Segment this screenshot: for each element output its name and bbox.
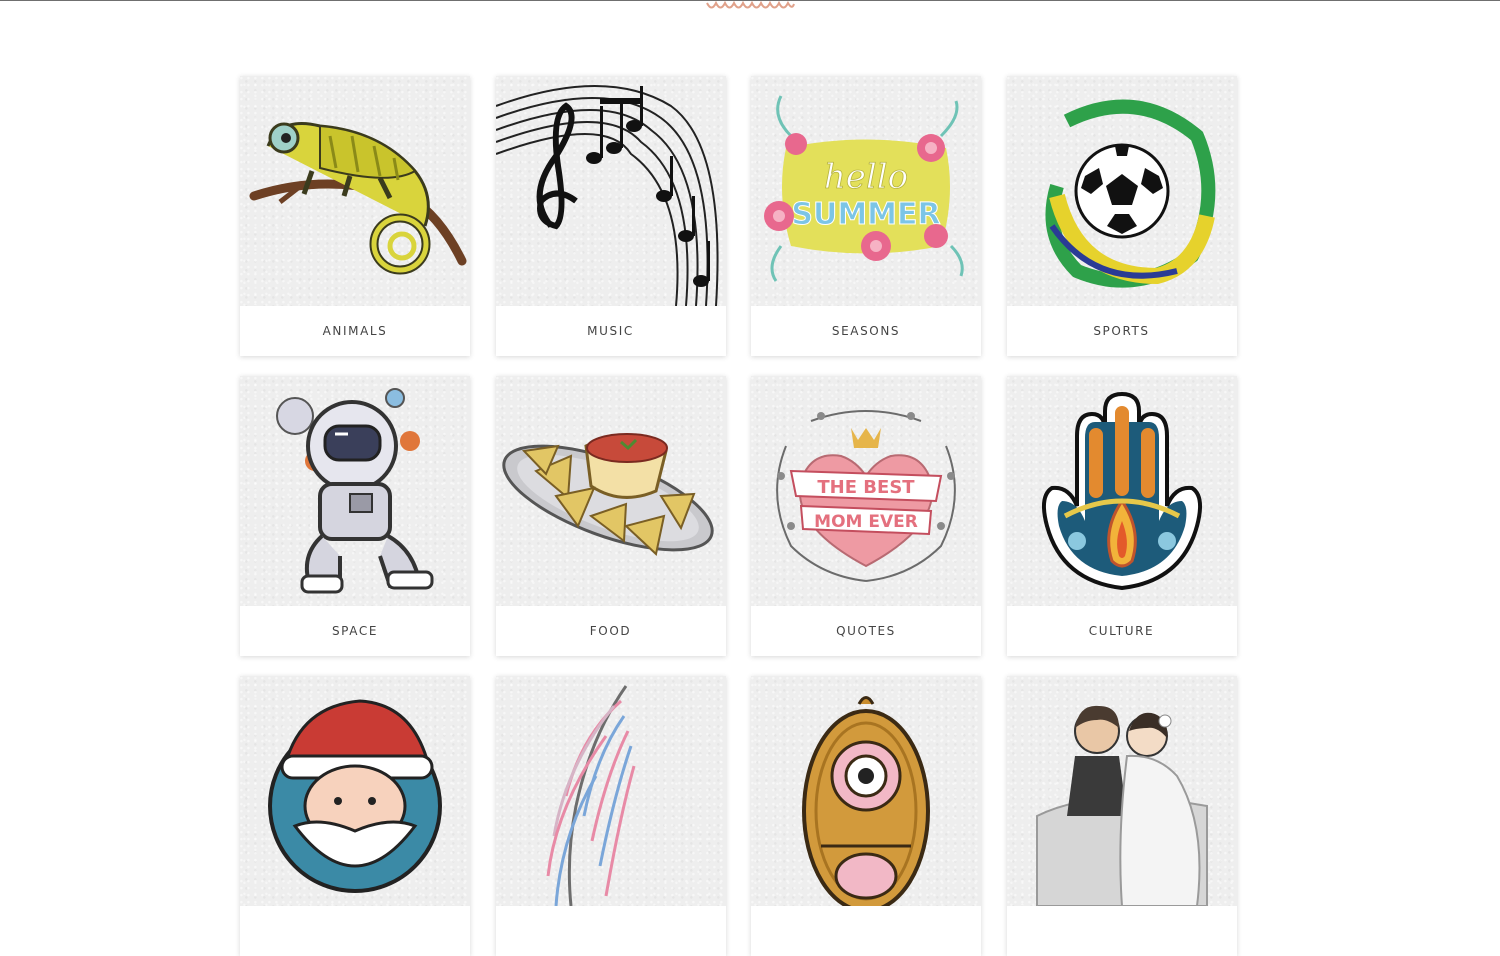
category-label[interactable]: SPACE [240, 606, 470, 656]
category-card-animals[interactable]: ANIMALS [240, 76, 470, 356]
category-card-santa[interactable] [240, 676, 470, 956]
wedding-couple-icon [1035, 705, 1208, 906]
category-card-monster[interactable] [751, 676, 981, 956]
category-card-quotes[interactable]: THE BEST MOM EVER QUOTES [751, 376, 981, 656]
hello-summer-icon: hello SUMMER [764, 95, 964, 282]
hamsa-hand-icon [1041, 391, 1202, 591]
category-thumbnail[interactable] [1006, 676, 1237, 906]
category-thumbnail[interactable]: hello SUMMER [751, 76, 981, 306]
category-thumbnail[interactable] [751, 676, 981, 906]
category-card-sports[interactable]: SPORTS [1006, 76, 1237, 356]
category-card-seasons[interactable]: hello SUMMER SEASONS [751, 76, 981, 356]
nachos-icon [501, 433, 714, 556]
category-card-culture[interactable]: CULTURE [1006, 376, 1237, 656]
santa-claus-icon [268, 699, 442, 893]
category-card-food[interactable]: FOOD [495, 376, 726, 656]
astronaut-icon [276, 388, 434, 594]
category-thumbnail[interactable] [1006, 376, 1237, 606]
category-label[interactable]: ANIMALS [240, 306, 470, 356]
category-label[interactable]: QUOTES [751, 606, 981, 656]
category-thumbnail[interactable] [240, 376, 470, 606]
monster-icon [802, 696, 930, 906]
summer-artwork-text: SUMMER [791, 197, 940, 232]
category-label[interactable]: CULTURE [1007, 606, 1237, 656]
category-card-wedding[interactable] [1006, 676, 1237, 956]
category-label[interactable] [496, 906, 726, 956]
category-card-music[interactable]: MUSIC [495, 76, 726, 356]
category-thumbnail[interactable] [1006, 76, 1237, 306]
zigzag-ornament-icon [706, 0, 795, 9]
music-notes-icon [495, 85, 719, 306]
category-label[interactable] [240, 906, 470, 956]
category-thumbnail[interactable] [495, 376, 726, 606]
category-label[interactable] [1007, 906, 1237, 956]
category-label[interactable]: MUSIC [496, 306, 726, 356]
category-grid: ANIMALS MUSIC hello SUMMER SEASONS SPORT… [240, 76, 1237, 956]
category-thumbnail[interactable] [495, 76, 726, 306]
best-mom-heart-icon: THE BEST MOM EVER [776, 410, 956, 582]
category-label[interactable]: SEASONS [751, 306, 981, 356]
category-card-feather[interactable] [495, 676, 726, 956]
soccer-ball-icon [1045, 99, 1215, 288]
chameleon-icon [249, 122, 467, 275]
category-thumbnail[interactable] [495, 676, 726, 906]
feather-icon [546, 685, 635, 906]
category-thumbnail[interactable] [240, 76, 470, 306]
category-card-space[interactable]: SPACE [240, 376, 470, 656]
category-label[interactable] [751, 906, 981, 956]
mom-ever-artwork-text: MOM EVER [814, 512, 918, 532]
the-best-artwork-text: THE BEST [817, 477, 915, 498]
category-label[interactable]: SPORTS [1007, 306, 1237, 356]
hello-artwork-text: hello [824, 157, 908, 197]
category-thumbnail[interactable]: THE BEST MOM EVER [751, 376, 981, 606]
category-label[interactable]: FOOD [496, 606, 726, 656]
category-thumbnail[interactable] [240, 676, 470, 906]
